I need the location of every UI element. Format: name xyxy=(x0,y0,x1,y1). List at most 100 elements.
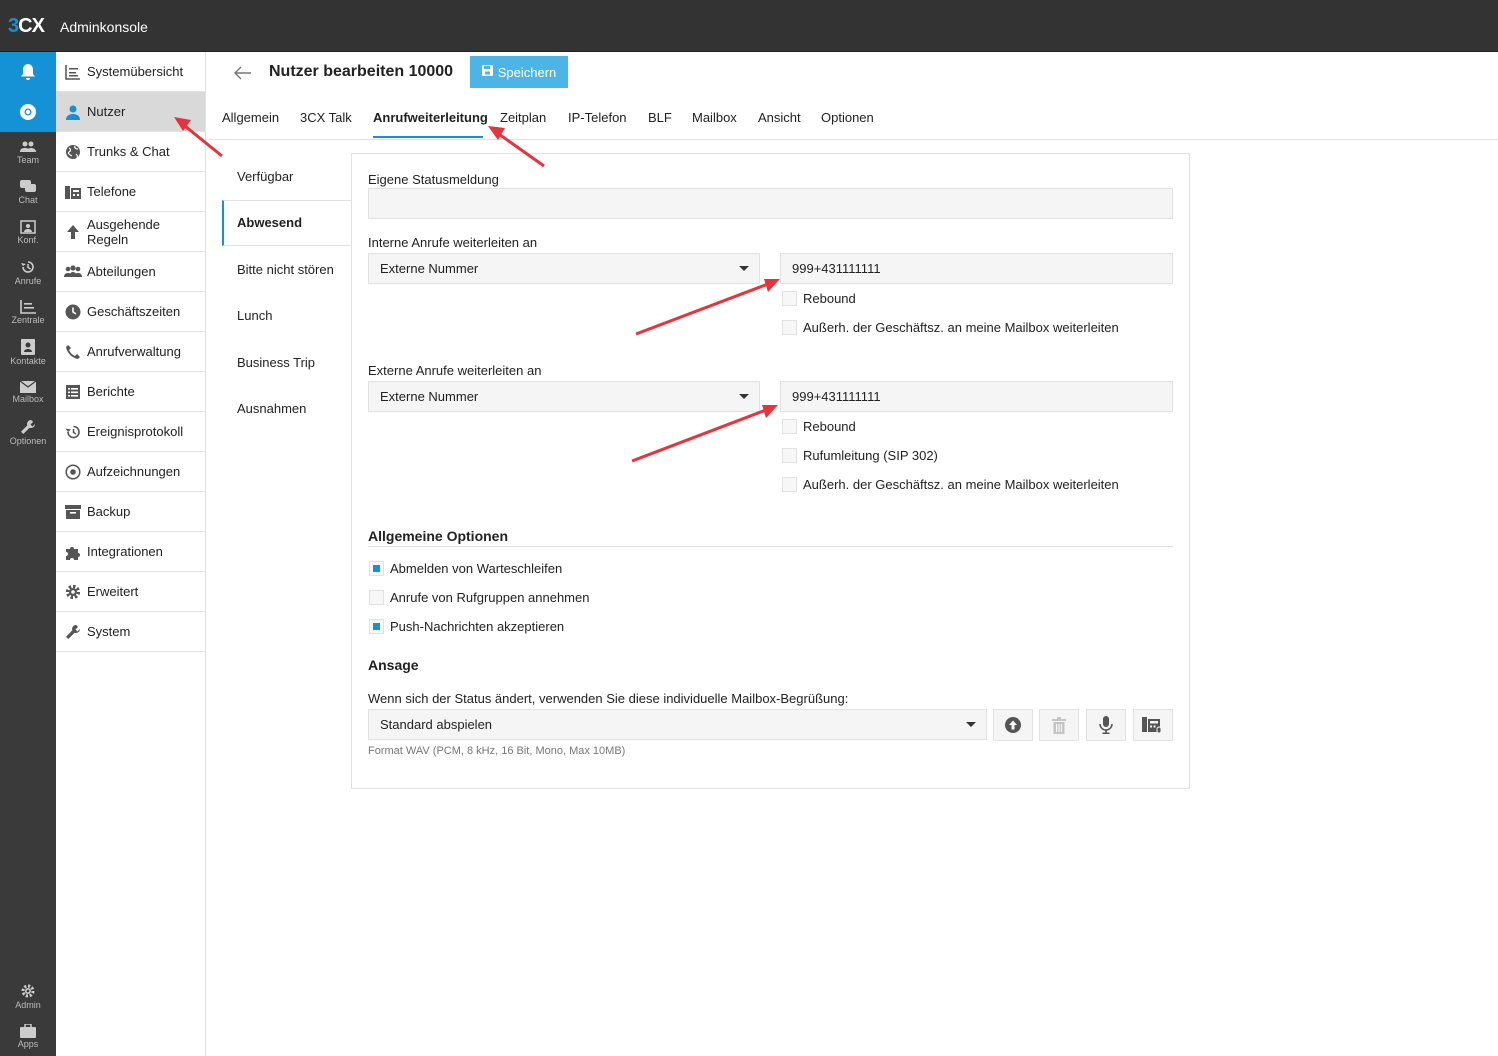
chrome-icon[interactable] xyxy=(0,92,56,132)
clock-icon xyxy=(64,303,82,321)
active-tab-indicator xyxy=(373,136,483,138)
sidebar-item-label: Aufzeichnungen xyxy=(87,464,181,479)
rail-item-conference[interactable]: Konf. xyxy=(0,212,56,252)
sidebar-item-system[interactable]: System xyxy=(56,612,205,652)
status-message-label: Eigene Statusmeldung xyxy=(368,172,499,187)
external-rebound-checkbox[interactable] xyxy=(782,419,797,434)
tab-ip-telefon[interactable]: IP-Telefon xyxy=(568,110,627,125)
tab-ansicht[interactable]: Ansicht xyxy=(758,110,801,125)
rail-item-mailbox[interactable]: Mailbox xyxy=(0,372,56,412)
internal-mailbox-outside-hours-checkbox[interactable] xyxy=(782,320,797,335)
tab-anrufweiterleitung[interactable]: Anrufweiterleitung xyxy=(373,110,488,125)
upload-button[interactable] xyxy=(993,709,1033,741)
general-options-title: Allgemeine Optionen xyxy=(368,528,509,544)
announcement-select[interactable]: Standard abspielen xyxy=(368,709,987,740)
tab-allgemein[interactable]: Allgemein xyxy=(222,110,279,125)
delete-button[interactable] xyxy=(1039,709,1079,741)
subnav-lunch[interactable]: Lunch xyxy=(222,293,352,340)
external-forward-number-input[interactable]: 999+431111111 xyxy=(780,381,1173,412)
rail-item-chat[interactable]: Chat xyxy=(0,172,56,212)
rail-item-contacts[interactable]: Kontakte xyxy=(0,332,56,372)
sidebar-item-nutzer[interactable]: Nutzer xyxy=(56,92,205,132)
microphone-icon xyxy=(1099,716,1113,734)
option-checkbox-push[interactable] xyxy=(369,619,384,634)
tab-3cx-talk[interactable]: 3CX Talk xyxy=(300,110,352,125)
page-header: Nutzer bearbeiten 10000 Speichern xyxy=(206,52,1498,92)
sidebar-item-ausgehende-regeln[interactable]: Ausgehende Regeln xyxy=(56,212,205,252)
rail-top-section xyxy=(0,52,56,132)
option-label-queue-logout: Abmelden von Warteschleifen xyxy=(390,561,563,576)
sidebar-item-erweitert[interactable]: Erweitert xyxy=(56,572,205,612)
rail-item-team[interactable]: Team xyxy=(0,132,56,172)
archive-icon xyxy=(64,503,82,521)
rail-item-label: Zentrale xyxy=(11,314,45,325)
subnav-ausnahmen[interactable]: Ausnahmen xyxy=(222,386,352,433)
announcement-label: Wenn sich der Status ändert, verwenden S… xyxy=(368,691,849,706)
team-icon xyxy=(20,141,36,152)
sidebar-item-backup[interactable]: Backup xyxy=(56,492,205,532)
sidebar-item-geschaeftszeiten[interactable]: Geschäftszeiten xyxy=(56,292,205,332)
external-rebound-label: Rebound xyxy=(803,419,856,434)
sidebar-item-ereignisprotokoll[interactable]: Ereignisprotokoll xyxy=(56,412,205,452)
status-message-input[interactable] xyxy=(368,188,1173,219)
phone-record-button[interactable] xyxy=(1133,709,1173,741)
sidebar-item-anrufverwaltung[interactable]: Anrufverwaltung xyxy=(56,332,205,372)
subnav-business-trip[interactable]: Business Trip xyxy=(222,339,352,386)
tab-blf[interactable]: BLF xyxy=(648,110,672,125)
switchboard-icon xyxy=(20,299,36,314)
mail-icon xyxy=(20,380,36,393)
rail-item-options[interactable]: Optionen xyxy=(0,412,56,452)
subnav-bitte-nicht-stoeren[interactable]: Bitte nicht stören xyxy=(222,246,352,293)
rail-item-switchboard[interactable]: Zentrale xyxy=(0,292,56,332)
sidebar-item-trunks-chat[interactable]: Trunks & Chat xyxy=(56,132,205,172)
sidebar-item-abteilungen[interactable]: Abteilungen xyxy=(56,252,205,292)
sidebar-item-systemuebersicht[interactable]: Systemübersicht xyxy=(56,52,205,92)
rail-item-label: Chat xyxy=(18,194,38,205)
sidebar-item-label: Backup xyxy=(87,504,131,519)
sidebar-item-label: Telefone xyxy=(87,184,137,199)
bell-icon[interactable] xyxy=(0,52,56,92)
3cx-logo[interactable]: 3CX xyxy=(8,15,45,38)
record-button[interactable] xyxy=(1086,709,1126,741)
page-title: Nutzer bearbeiten 10000 xyxy=(269,63,454,80)
sidebar-item-berichte[interactable]: Berichte xyxy=(56,372,205,412)
rail-item-apps[interactable]: Apps xyxy=(0,1016,56,1056)
gear-icon xyxy=(64,583,82,601)
save-button[interactable]: Speichern xyxy=(470,56,568,88)
rail-item-label: Admin xyxy=(15,999,41,1010)
tab-optionen[interactable]: Optionen xyxy=(821,110,874,125)
puzzle-icon xyxy=(64,543,82,561)
external-forward-select[interactable]: Externe Nummer xyxy=(368,381,760,412)
app-title: Adminkonsole xyxy=(60,19,148,35)
subnav-verfuegbar[interactable]: Verfügbar xyxy=(222,153,352,200)
internal-forward-select-value: Externe Nummer xyxy=(380,261,479,276)
tab-mailbox[interactable]: Mailbox xyxy=(692,110,737,125)
sidebar-item-integrationen[interactable]: Integrationen xyxy=(56,532,205,572)
internal-forward-select[interactable]: Externe Nummer xyxy=(368,253,760,284)
external-mailbox-outside-hours-checkbox[interactable] xyxy=(782,477,797,492)
rail-item-calls[interactable]: Anrufe xyxy=(0,252,56,292)
rail-item-admin[interactable]: Admin xyxy=(0,976,56,1016)
sidebar-item-aufzeichnungen[interactable]: Aufzeichnungen xyxy=(56,452,205,492)
external-sip302-checkbox[interactable] xyxy=(782,448,797,463)
internal-mailbox-outside-hours-label: Außerh. der Geschäftsz. an meine Mailbox… xyxy=(803,320,1119,335)
sidebar-item-label: Geschäftszeiten xyxy=(87,304,181,319)
apps-icon xyxy=(20,1023,36,1038)
tab-zeitplan[interactable]: Zeitplan xyxy=(500,110,546,125)
sidebar-item-telefone[interactable]: Telefone xyxy=(56,172,205,212)
back-arrow-icon[interactable] xyxy=(234,64,252,85)
icon-rail: Team Chat Konf. Anrufe Zentrale Kontakte… xyxy=(0,52,56,1056)
sidebar-item-label: Erweitert xyxy=(87,584,139,599)
trash-icon xyxy=(1052,716,1066,734)
record-icon xyxy=(64,463,82,481)
option-checkbox-queue-logout[interactable] xyxy=(369,561,384,576)
subnav-abwesend[interactable]: Abwesend xyxy=(222,199,352,246)
internal-rebound-checkbox[interactable] xyxy=(782,291,797,306)
rail-item-label: Anrufe xyxy=(14,275,42,286)
option-checkbox-ring-groups[interactable] xyxy=(369,590,384,605)
internal-forward-number-input[interactable]: 999+431111111 xyxy=(780,253,1173,284)
globe-icon xyxy=(64,143,82,161)
sidebar-item-label: Berichte xyxy=(87,384,135,399)
side-nav: Systemübersicht Nutzer Trunks & Chat Tel… xyxy=(56,52,206,1056)
status-subnav: Verfügbar Abwesend Bitte nicht stören Lu… xyxy=(222,153,352,432)
